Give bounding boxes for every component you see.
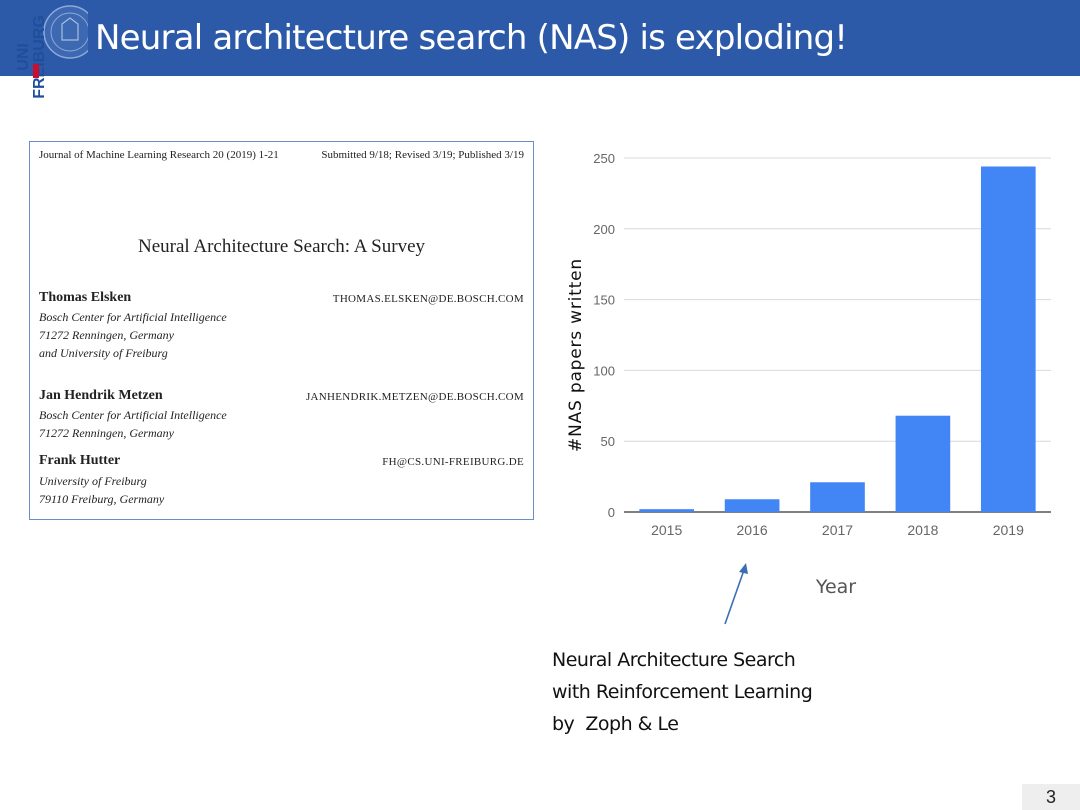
annotation-line: with Reinforcement Learning	[552, 681, 813, 703]
y-tick-label: 150	[593, 293, 615, 308]
university-logo: UNI FREIBURG	[0, 0, 88, 112]
annotation-arrow-icon	[724, 563, 748, 625]
logo-wordmark: UNI FREIBURG	[15, 15, 48, 99]
paper-journal: Journal of Machine Learning Research 20 …	[39, 149, 279, 161]
x-tick-label: 2017	[822, 522, 853, 538]
author-name: Jan Hendrik Metzen	[39, 388, 163, 403]
author-email: THOMAS.ELSKEN@DE.BOSCH.COM	[332, 293, 524, 305]
nas-papers-bar-chart: 0 50 100 150 200 250 2015 2016 2017 2018 2019 #NA…	[566, 151, 1051, 598]
author-affiliation: Bosch Center for Artificial Intelligence…	[39, 310, 227, 360]
page-number: 3	[1022, 784, 1080, 810]
y-tick-label: 200	[593, 222, 615, 237]
x-tick-label: 2018	[907, 522, 938, 538]
bar-2015	[639, 509, 695, 512]
y-tick-label: 50	[601, 434, 615, 449]
annotation-line: Neural Architecture Search	[552, 649, 796, 671]
y-tick-label: 0	[608, 505, 615, 520]
annotation-text: Neural Architecture Search with Reinforc…	[552, 644, 813, 740]
logo-red-accent	[33, 64, 39, 78]
author-email: JANHENDRIK.METZEN@DE.BOSCH.COM	[305, 391, 524, 403]
x-tick-label: 2019	[993, 522, 1024, 538]
y-axis-label: #NAS papers written	[566, 258, 586, 452]
author-name: Thomas Elsken	[39, 290, 132, 305]
bar-2018	[895, 415, 951, 512]
bar-2017	[810, 482, 865, 512]
slide-title: Neural architecture search (NAS) is expl…	[95, 18, 848, 58]
author-affiliation: University of Freiburg 79110 Freiburg, G…	[39, 474, 165, 506]
paper-submitted: Submitted 9/18; Revised 3/19; Published …	[321, 149, 524, 161]
paper-abstract-image: Journal of Machine Learning Research 20 …	[29, 141, 534, 520]
bar-2016	[724, 499, 780, 512]
paper-title: Neural Architecture Search: A Survey	[137, 236, 425, 257]
annotation-line: by Zoph & Le	[552, 713, 679, 735]
author-email: FH@CS.UNI-FREIBURG.DE	[382, 456, 524, 468]
y-tick-label: 250	[593, 151, 615, 166]
y-tick-label: 100	[593, 363, 615, 378]
x-tick-label: 2015	[651, 522, 682, 538]
bar-2019	[980, 166, 1036, 512]
author-affiliation: Bosch Center for Artificial Intelligence…	[39, 408, 227, 440]
x-axis-label: Year	[815, 576, 856, 598]
x-tick-label: 2016	[737, 522, 768, 538]
author-name: Frank Hutter	[39, 453, 121, 468]
